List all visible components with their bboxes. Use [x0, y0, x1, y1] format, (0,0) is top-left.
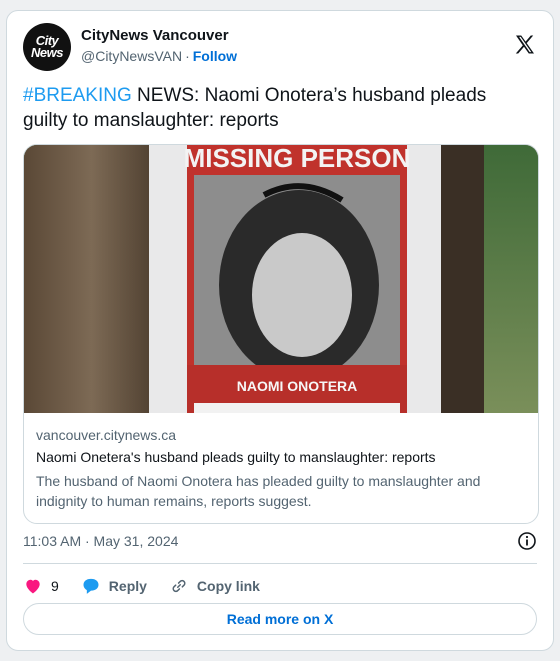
author-name[interactable]: CityNews Vancouver	[81, 27, 237, 44]
poster-name-text: NAOMI ONOTERA	[237, 378, 358, 394]
x-logo-icon[interactable]	[513, 33, 537, 57]
action-bar: 9 Reply Copy link	[23, 571, 282, 601]
like-count: 9	[51, 578, 59, 594]
author-subline: @CityNewsVAN · Follow	[81, 48, 237, 64]
link-description: The husband of Naomi Onotera has pleaded…	[36, 473, 481, 509]
post-text: #BREAKING NEWS: Naomi Onotera’s husband …	[23, 83, 533, 133]
reply-bubble-icon	[83, 578, 99, 594]
divider	[23, 563, 537, 564]
post-header: City News CityNews Vancouver @CityNewsVA…	[23, 23, 537, 75]
heart-icon	[26, 579, 40, 594]
copy-link-button[interactable]: Copy link	[169, 576, 260, 596]
link-preview-meta: vancouver.citynews.ca Naomi Onetera's hu…	[36, 427, 526, 511]
read-more-button[interactable]: Read more on X	[23, 603, 537, 635]
avatar-text-line2: News	[31, 45, 63, 60]
link-domain: vancouver.citynews.ca	[36, 427, 177, 443]
embedded-post-card: City News CityNews Vancouver @CityNewsVA…	[6, 10, 554, 651]
follow-button[interactable]: Follow	[193, 48, 237, 64]
reply-button[interactable]: Reply	[81, 576, 147, 596]
info-icon[interactable]	[517, 531, 537, 551]
like-button[interactable]: 9	[23, 576, 59, 596]
missing-person-poster-photo: MISSING PERSON NAOMI ONOTERA	[24, 145, 538, 413]
link-preview-card[interactable]: MISSING PERSON NAOMI ONOTERA vancouver.c…	[23, 144, 539, 524]
link-chain-icon	[172, 579, 186, 593]
hashtag-link[interactable]: #BREAKING	[23, 85, 132, 106]
link-preview-image[interactable]: MISSING PERSON NAOMI ONOTERA	[24, 145, 538, 413]
author-block: CityNews Vancouver @CityNewsVAN · Follow	[81, 27, 237, 64]
poster-heading-text: MISSING PERSON	[184, 145, 411, 173]
copy-link-label: Copy link	[196, 578, 260, 594]
separator-dot: ·	[185, 48, 190, 64]
author-handle[interactable]: @CityNewsVAN	[81, 48, 182, 64]
avatar[interactable]: City News	[23, 23, 71, 71]
reply-label: Reply	[108, 578, 147, 594]
post-timestamp[interactable]: 11:03 AM · May 31, 2024	[23, 533, 178, 549]
link-title: Naomi Onetera's husband pleads guilty to…	[36, 449, 436, 465]
